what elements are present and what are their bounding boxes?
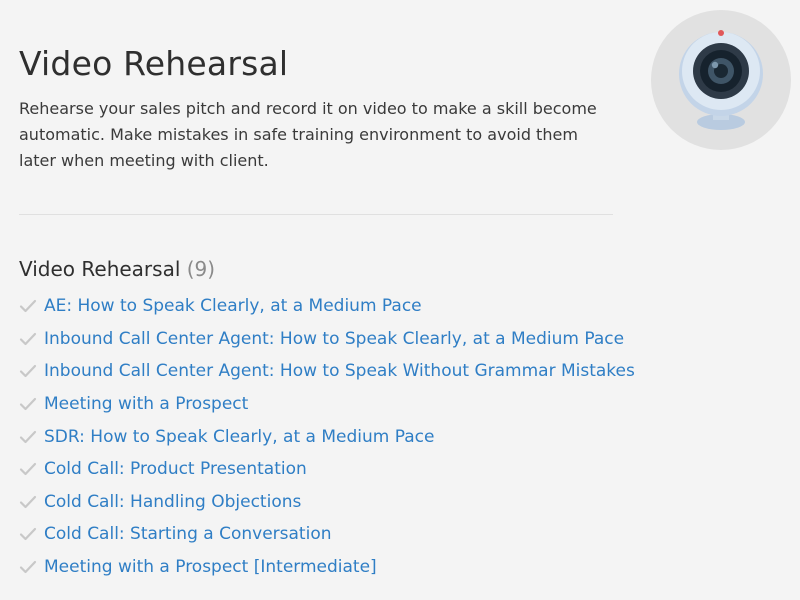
page-title: Video Rehearsal — [19, 44, 289, 83]
lesson-link[interactable]: AE: How to Speak Clearly, at a Medium Pa… — [44, 295, 422, 317]
lesson-link[interactable]: SDR: How to Speak Clearly, at a Medium P… — [44, 426, 434, 448]
lesson-link[interactable]: Inbound Call Center Agent: How to Speak … — [44, 328, 624, 350]
hero-image — [651, 10, 791, 150]
check-icon — [19, 560, 37, 574]
list-item: Cold Call: Starting a Conversation — [19, 518, 635, 551]
section-title: Video Rehearsal (9) — [19, 255, 215, 283]
check-icon — [19, 365, 37, 378]
webcam-icon — [679, 30, 763, 130]
page-description: Rehearse your sales pitch and record it … — [19, 99, 597, 170]
lesson-link[interactable]: Meeting with a Prospect — [44, 393, 248, 415]
divider — [19, 214, 613, 215]
check-icon — [19, 463, 37, 476]
check-icon — [19, 430, 37, 443]
check-icon — [19, 495, 37, 508]
lesson-link[interactable]: Meeting with a Prospect [Intermediate] — [44, 556, 377, 578]
page: Video Rehearsal Rehearse your sales pitc… — [0, 0, 800, 600]
check-icon — [19, 528, 37, 541]
list-item: Cold Call: Product Presentation — [19, 453, 635, 486]
list-item: Inbound Call Center Agent: How to Speak … — [19, 355, 635, 388]
list-item: Meeting with a Prospect — [19, 388, 635, 421]
list-item: SDR: How to Speak Clearly, at a Medium P… — [19, 420, 635, 453]
lesson-link[interactable]: Cold Call: Starting a Conversation — [44, 523, 332, 545]
check-icon — [19, 332, 37, 345]
section-title-text: Video Rehearsal — [19, 257, 181, 281]
lesson-list: AE: How to Speak Clearly, at a Medium Pa… — [19, 290, 635, 583]
check-icon — [19, 300, 37, 313]
lesson-link[interactable]: Cold Call: Handling Objections — [44, 491, 301, 513]
list-item: Inbound Call Center Agent: How to Speak … — [19, 323, 635, 356]
list-item: Meeting with a Prospect [Intermediate] — [19, 551, 635, 584]
check-icon — [19, 397, 37, 411]
section-count: (9) — [186, 257, 216, 281]
lesson-link[interactable]: Inbound Call Center Agent: How to Speak … — [44, 360, 635, 382]
list-item: Cold Call: Handling Objections — [19, 486, 635, 519]
lesson-link[interactable]: Cold Call: Product Presentation — [44, 458, 307, 480]
list-item: AE: How to Speak Clearly, at a Medium Pa… — [19, 290, 635, 323]
